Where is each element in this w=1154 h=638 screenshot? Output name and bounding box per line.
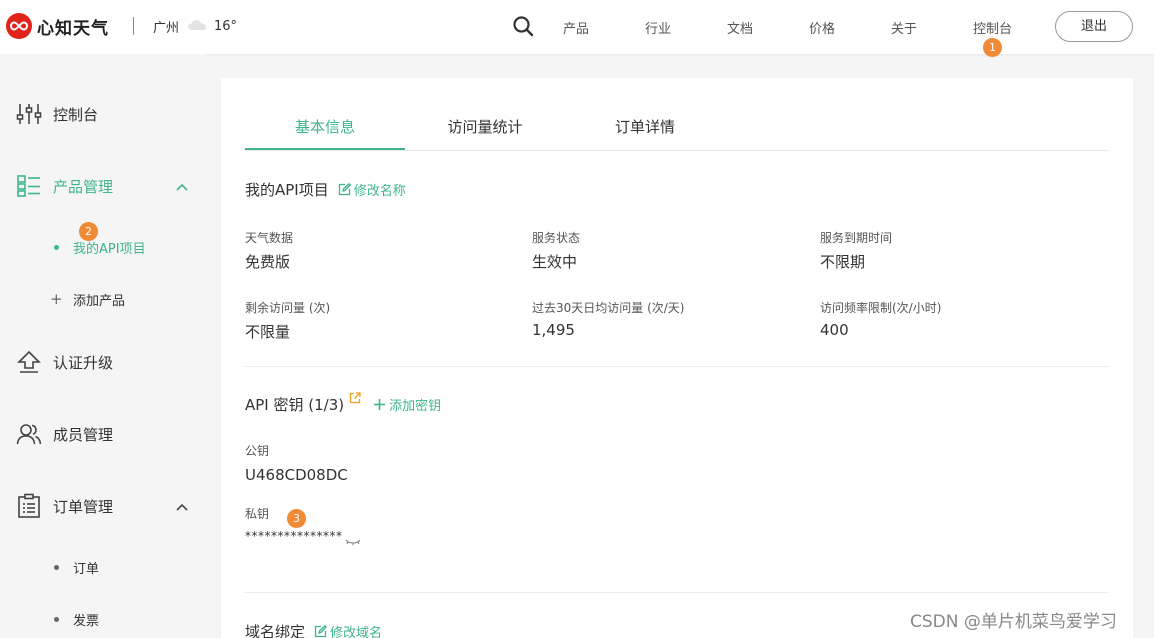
field-label: 服务到期时间 bbox=[820, 231, 893, 245]
public-key-value[interactable]: U468CD08DC bbox=[245, 466, 348, 484]
nav-docs[interactable]: 文档 bbox=[727, 18, 753, 37]
sidebar-item-console[interactable]: 控制台 bbox=[0, 94, 206, 134]
api-key-section-title: API 密钥 (1/3) 添加密钥 bbox=[245, 391, 441, 415]
sidebar: 控制台 产品管理 2 我的API项目 + 添加产品 认证升级 成员管理 订单管理… bbox=[0, 54, 206, 638]
sidebar-item-label: 控制台 bbox=[53, 105, 99, 124]
sidebar-item-auth-upgrade[interactable]: 认证升级 bbox=[0, 342, 206, 382]
field-label: 剩余访问量 (次) bbox=[245, 301, 331, 315]
rename-link-label: 修改名称 bbox=[353, 184, 406, 199]
logo-infinity-icon bbox=[6, 13, 32, 39]
logo[interactable]: 心知天气 bbox=[6, 13, 109, 39]
sidebar-item-product-management[interactable]: 产品管理 bbox=[0, 166, 206, 206]
external-link-icon[interactable] bbox=[349, 390, 361, 408]
active-tab-indicator bbox=[245, 148, 405, 150]
field-value: 生效中 bbox=[532, 253, 578, 271]
sidebar-subitem-label: 添加产品 bbox=[73, 293, 126, 309]
sidebar-subitem-add-product[interactable]: + 添加产品 bbox=[0, 286, 206, 312]
upgrade-arrow-icon bbox=[16, 349, 42, 375]
sliders-icon bbox=[16, 101, 42, 127]
header-divider bbox=[133, 17, 134, 35]
nav-pricing[interactable]: 价格 bbox=[809, 18, 835, 37]
chevron-up-icon[interactable] bbox=[175, 179, 189, 193]
field-label: 天气数据 bbox=[245, 231, 294, 245]
console-step-badge: 1 bbox=[983, 38, 1002, 57]
cloud-icon bbox=[187, 19, 207, 35]
bullet-dot bbox=[54, 244, 59, 250]
field-label: 访问频率限制(次/小时) bbox=[820, 301, 942, 315]
edit-icon bbox=[314, 625, 328, 638]
watermark: CSDN @单片机菜鸟爱学习 bbox=[910, 612, 1117, 632]
private-key-label: 私钥 bbox=[245, 507, 270, 521]
chevron-up-icon[interactable] bbox=[175, 499, 189, 513]
sidebar-subitem-label: 我的API项目 bbox=[73, 241, 146, 257]
rename-link[interactable]: 修改名称 bbox=[338, 180, 406, 199]
temperature: 16° bbox=[214, 19, 238, 34]
domain-title: 域名绑定 bbox=[245, 623, 306, 638]
project-title: 我的API项目 bbox=[245, 181, 329, 199]
nav-console[interactable]: 控制台 bbox=[973, 18, 1012, 37]
logo-text: 心知天气 bbox=[37, 18, 109, 39]
field-label: 服务状态 bbox=[532, 231, 581, 245]
sidebar-item-member-management[interactable]: 成员管理 bbox=[0, 414, 206, 454]
domain-section-title: 域名绑定 修改域名 bbox=[245, 621, 382, 638]
nav-industry[interactable]: 行业 bbox=[645, 18, 671, 37]
sidebar-item-label: 订单管理 bbox=[53, 497, 114, 516]
sidebar-item-label: 产品管理 bbox=[53, 177, 114, 196]
nav-about[interactable]: 关于 bbox=[891, 18, 917, 37]
sidebar-subitem-my-api[interactable]: 我的API项目 bbox=[0, 234, 206, 260]
tab-bar: 基本信息 访问量统计 订单详情 bbox=[245, 78, 1109, 151]
logout-button[interactable]: 退出 bbox=[1055, 11, 1133, 42]
edit-domain-link[interactable]: 修改域名 bbox=[314, 622, 382, 638]
grid-list-icon bbox=[16, 173, 42, 199]
sidebar-subitem-invoices[interactable]: 发票 bbox=[0, 606, 206, 632]
plus-icon: + bbox=[50, 289, 63, 308]
public-key-label: 公钥 bbox=[245, 444, 270, 458]
main-panel: 基本信息 访问量统计 订单详情 我的API项目 修改名称 天气数据 免费版 服务… bbox=[221, 78, 1133, 638]
private-key-step-badge: 3 bbox=[287, 509, 306, 528]
project-section-title: 我的API项目 修改名称 bbox=[245, 179, 406, 200]
plus-icon bbox=[374, 399, 386, 410]
edit-icon bbox=[338, 183, 351, 196]
field-value: 400 bbox=[820, 321, 849, 339]
sidebar-subitem-label: 订单 bbox=[73, 561, 100, 577]
tab-traffic-stats[interactable]: 访问量统计 bbox=[405, 116, 565, 137]
sidebar-item-label: 成员管理 bbox=[53, 425, 114, 444]
field-value: 不限量 bbox=[245, 323, 291, 341]
section-divider bbox=[245, 592, 1109, 593]
top-header: 心知天气 广州 16° 产品 行业 文档 价格 关于 控制台 1 退出 bbox=[0, 0, 1154, 57]
field-value: 免费版 bbox=[245, 253, 291, 271]
nav-products[interactable]: 产品 bbox=[563, 18, 589, 37]
search-icon[interactable] bbox=[512, 15, 534, 37]
bullet-dot bbox=[54, 564, 59, 570]
sidebar-subitem-label: 发票 bbox=[73, 613, 100, 629]
city-name: 广州 bbox=[153, 21, 180, 36]
sidebar-item-label: 认证升级 bbox=[53, 353, 114, 372]
field-label: 过去30天日均访问量 (次/天) bbox=[532, 301, 685, 315]
sidebar-subitem-orders[interactable]: 订单 bbox=[0, 554, 206, 580]
section-divider bbox=[245, 366, 1109, 367]
sidebar-item-order-management[interactable]: 订单管理 bbox=[0, 486, 206, 526]
eye-closed-icon[interactable] bbox=[345, 532, 361, 551]
add-key-link[interactable]: 添加密钥 bbox=[373, 395, 441, 414]
tab-basic-info[interactable]: 基本信息 bbox=[245, 116, 405, 137]
users-icon bbox=[16, 421, 42, 447]
add-key-label: 添加密钥 bbox=[389, 399, 442, 414]
tab-order-details[interactable]: 订单详情 bbox=[565, 116, 725, 137]
edit-domain-label: 修改域名 bbox=[330, 626, 383, 638]
field-value: 不限期 bbox=[820, 253, 866, 271]
field-value: 1,495 bbox=[532, 321, 575, 339]
private-key-value: *************** bbox=[245, 529, 343, 543]
api-key-title: API 密钥 (1/3) bbox=[245, 396, 345, 414]
bullet-dot bbox=[54, 616, 59, 622]
weather-widget: 广州 16° bbox=[153, 17, 237, 36]
clipboard-icon bbox=[16, 493, 42, 519]
